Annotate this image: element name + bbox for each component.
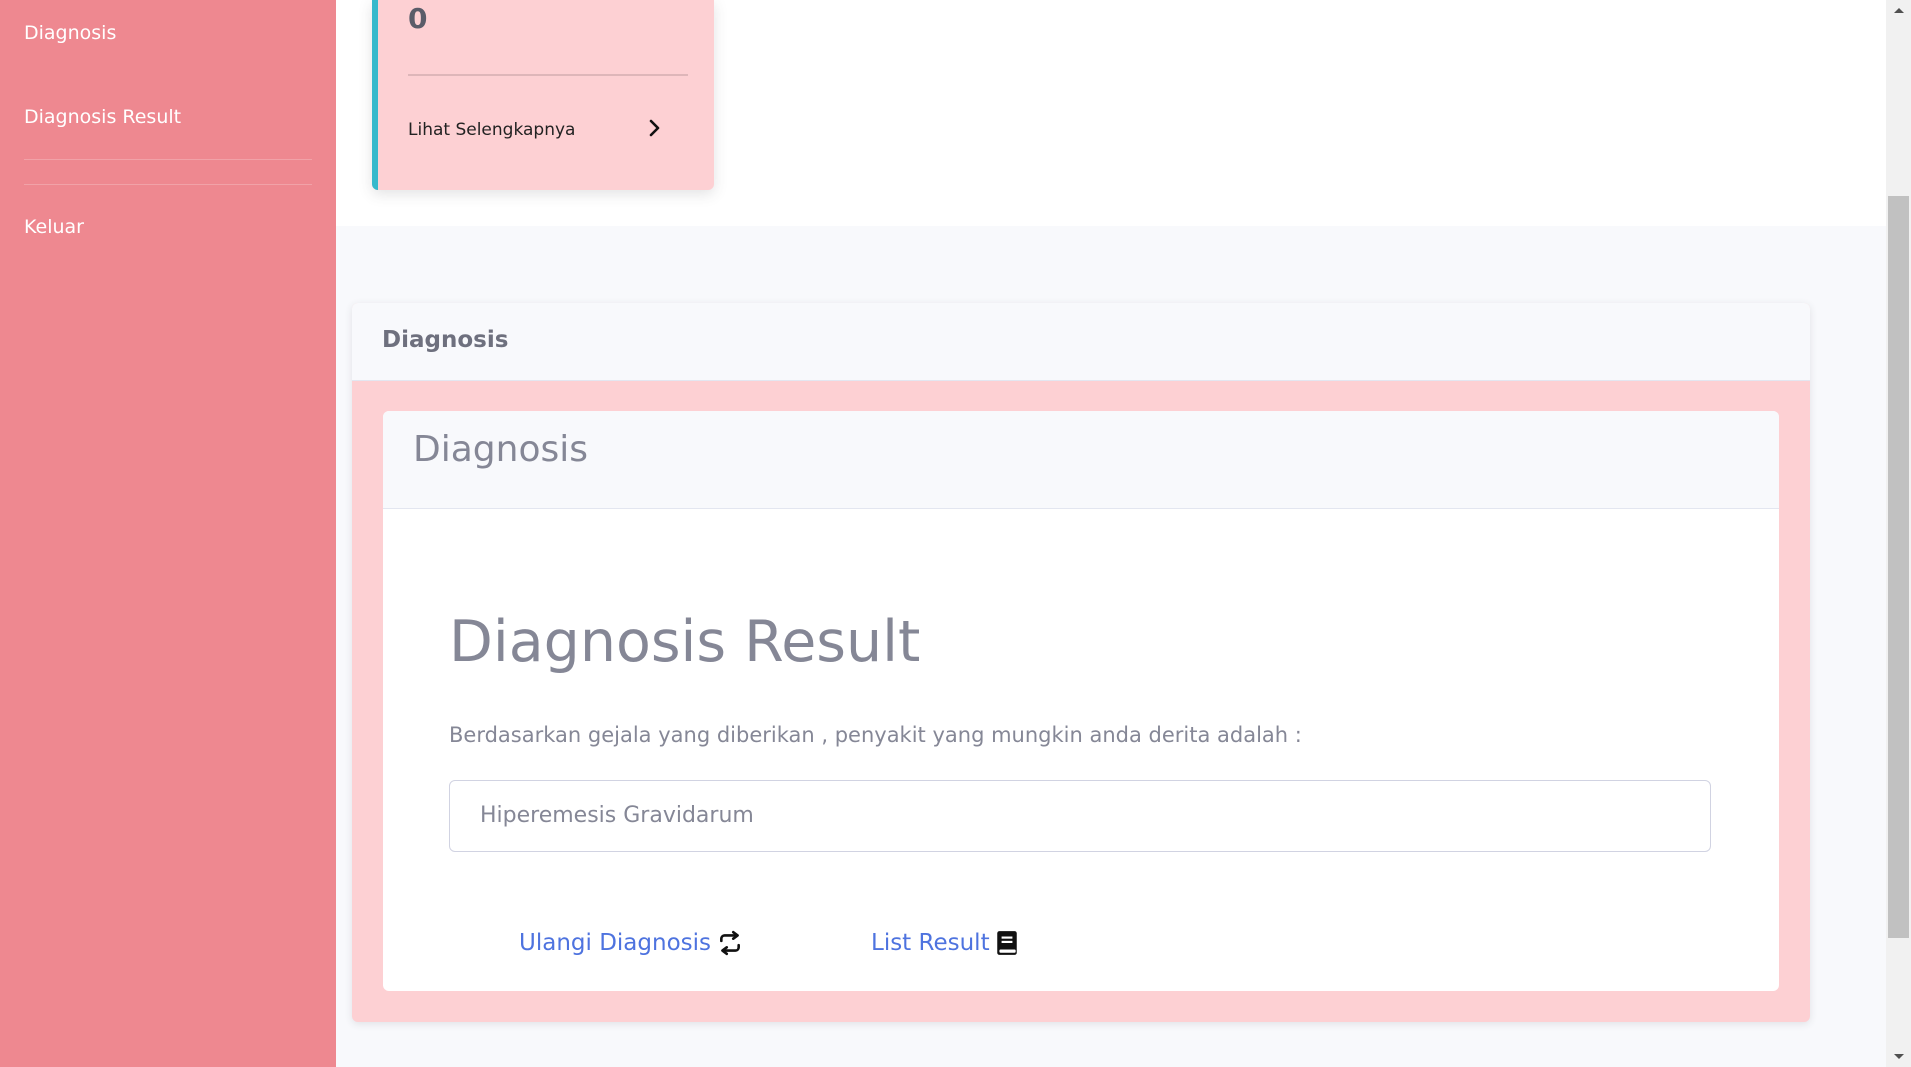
- stat-value: 0: [408, 2, 428, 35]
- see-more-link[interactable]: Lihat Selengkapnya: [408, 120, 575, 140]
- diagnosis-card: Diagnosis Diagnosis Result Berdasarkan g…: [383, 411, 1779, 991]
- repeat-diagnosis-label: Ulangi Diagnosis: [519, 930, 711, 956]
- card-header: Diagnosis: [383, 411, 1779, 509]
- scroll-up-icon[interactable]: [1886, 0, 1911, 20]
- result-value: Hiperemesis Gravidarum: [480, 803, 754, 828]
- stat-card-accent: [372, 0, 378, 190]
- list-result-label: List Result: [871, 930, 990, 956]
- sidebar-divider: [24, 184, 312, 185]
- repeat-diagnosis-link[interactable]: Ulangi Diagnosis: [519, 930, 743, 956]
- stat-card: 0 Lihat Selengkapnya: [372, 0, 714, 190]
- chevron-right-icon[interactable]: [642, 116, 666, 140]
- result-description: Berdasarkan gejala yang diberikan , peny…: [449, 723, 1302, 747]
- stat-divider: [408, 74, 688, 76]
- panel-title: Diagnosis: [382, 327, 509, 353]
- scrollbar-thumb[interactable]: [1888, 196, 1909, 938]
- sidebar-item-diagnosis[interactable]: Diagnosis: [24, 22, 116, 44]
- sidebar-item-keluar[interactable]: Keluar: [24, 216, 84, 238]
- sidebar: Diagnosis Diagnosis Result Keluar: [0, 0, 336, 1067]
- panel-header: Diagnosis: [352, 303, 1810, 381]
- sidebar-divider: [24, 159, 312, 160]
- book-icon: [996, 931, 1017, 955]
- result-field: Hiperemesis Gravidarum: [449, 780, 1711, 852]
- result-heading: Diagnosis Result: [449, 609, 921, 675]
- card-title: Diagnosis: [413, 429, 588, 470]
- scroll-down-icon[interactable]: [1886, 1047, 1911, 1067]
- repeat-icon: [720, 930, 740, 956]
- sidebar-item-diagnosis-result[interactable]: Diagnosis Result: [24, 106, 181, 128]
- list-result-link[interactable]: List Result: [871, 930, 1018, 956]
